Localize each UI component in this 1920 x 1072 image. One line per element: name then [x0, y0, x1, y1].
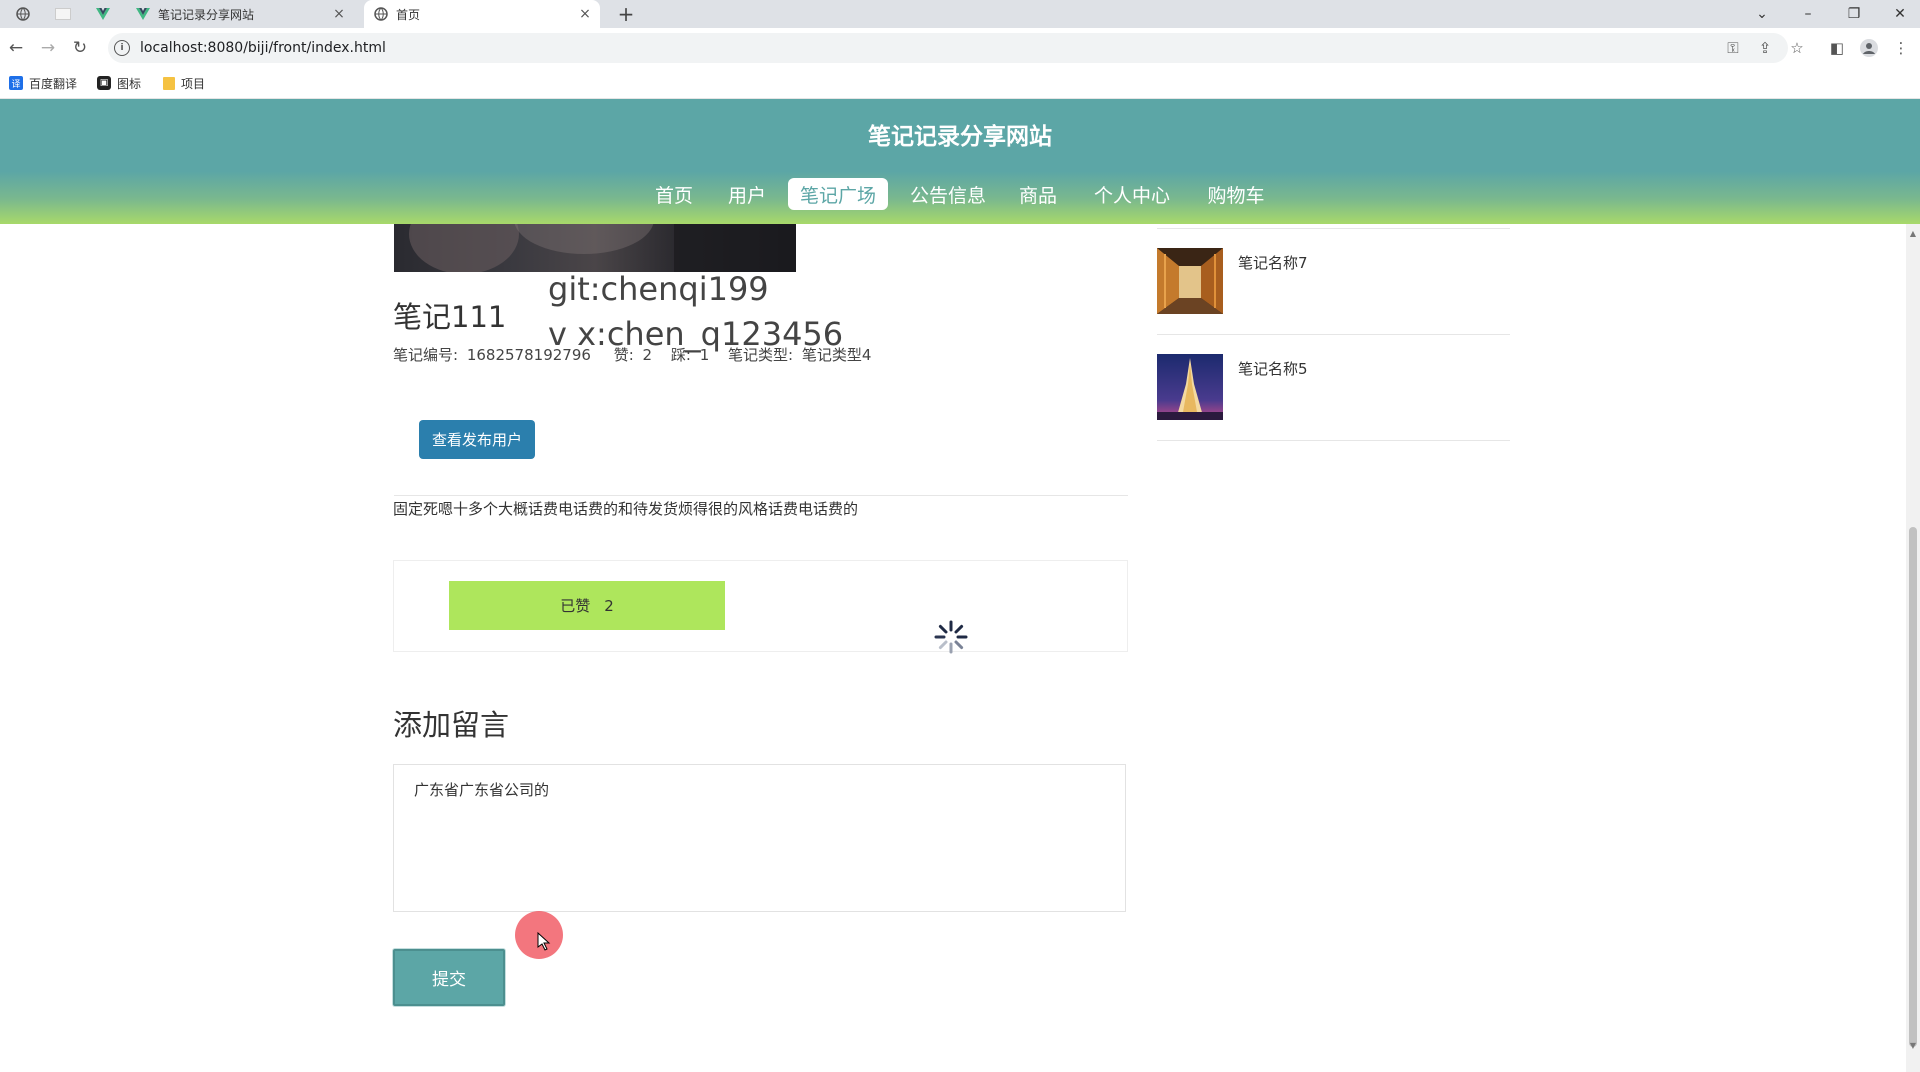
share-icon[interactable]: ⇪ [1754, 36, 1776, 60]
vue-icon [96, 8, 110, 20]
nav-users[interactable]: 用户 [722, 178, 772, 210]
view-publisher-button[interactable]: 查看发布用户 [419, 420, 535, 459]
nav-personal-center[interactable]: 个人中心 [1088, 178, 1176, 210]
close-window-icon[interactable]: ✕ [1878, 0, 1920, 28]
bookmark-project[interactable]: 项目 [163, 72, 205, 94]
bookmarks-bar [0, 68, 1920, 99]
globe-icon [16, 7, 30, 21]
info-icon[interactable]: i [114, 40, 130, 56]
tab-home[interactable]: 首页 × [364, 0, 600, 28]
translate-icon: 译 [9, 76, 23, 90]
tab-site[interactable]: 笔记记录分享网站 × [126, 0, 354, 28]
tab-search-icon[interactable]: ⌄ [1740, 0, 1784, 28]
liked-button[interactable]: 已赞 2 [449, 581, 725, 630]
restore-icon[interactable]: ❐ [1832, 0, 1876, 28]
meta-number-value: 1682578192796 [466, 346, 591, 364]
bookmark-baidu-translate[interactable]: 译 百度翻译 [9, 72, 77, 94]
star-icon[interactable]: ☆ [1786, 36, 1808, 60]
minimize-icon[interactable]: – [1786, 0, 1830, 28]
meta-dislikes-value: 1 [699, 346, 710, 364]
note-meta: 笔记编号: 1682578192796 赞: 2 踩: 1 笔记类型: 笔记类型… [393, 344, 875, 365]
sidebar-divider [1157, 440, 1510, 441]
submit-button[interactable]: 提交 [393, 949, 505, 1006]
meta-likes-label: 赞: [613, 346, 634, 364]
nav-note-square[interactable]: 笔记广场 [788, 178, 888, 210]
back-icon[interactable]: ← [4, 36, 28, 60]
tab-title: 笔记记录分享网站 [158, 7, 255, 22]
scroll-up-icon[interactable]: ▲ [1906, 226, 1920, 240]
sidebar-divider [1157, 334, 1510, 335]
nav-products[interactable]: 商品 [1012, 178, 1064, 210]
bookmark-icons[interactable]: ▣ 图标 [97, 72, 141, 94]
new-tab-button[interactable]: + [614, 0, 638, 28]
nav-cart[interactable]: 购物车 [1200, 178, 1272, 210]
url-text: localhost:8080/biji/front/index.html [140, 40, 386, 56]
pinned-tab-blank[interactable] [50, 0, 76, 28]
pinned-tab-vue[interactable] [90, 0, 116, 28]
bookmark-label: 百度翻译 [29, 76, 78, 91]
pinned-tab-globe[interactable] [10, 0, 36, 28]
menu-icon[interactable]: ⋮ [1890, 36, 1912, 60]
profile-icon[interactable] [1858, 36, 1880, 60]
liked-label: 已赞 [560, 597, 591, 615]
comment-input[interactable]: 广东省广东省公司的 [393, 764, 1126, 912]
close-icon[interactable]: × [330, 6, 348, 22]
image-icon: ▣ [97, 76, 111, 90]
nav-home[interactable]: 首页 [648, 178, 700, 210]
globe-icon [374, 7, 388, 21]
liked-count: 2 [604, 596, 614, 615]
blank-page-icon [55, 8, 71, 20]
meta-likes-value: 2 [642, 346, 653, 364]
note-cover-image [394, 224, 796, 272]
scroll-down-icon[interactable]: ▼ [1906, 1038, 1920, 1052]
reload-icon[interactable]: ↻ [68, 36, 92, 60]
sidebar-thumb-corridor[interactable] [1157, 248, 1223, 314]
sidebar-divider [1157, 228, 1510, 229]
watermark-text: git:chenqi199 [548, 270, 769, 308]
scrollbar-thumb[interactable] [1909, 527, 1917, 1047]
meta-dislikes-label: 踩: [670, 346, 691, 364]
bookmark-label: 图标 [117, 76, 142, 91]
meta-number-label: 笔记编号: [393, 346, 459, 364]
mouse-cursor-icon [537, 932, 551, 951]
close-icon[interactable]: × [576, 6, 594, 22]
sidebar-item-name[interactable]: 笔记名称7 [1238, 252, 1308, 273]
side-panel-icon[interactable]: ◧ [1826, 36, 1848, 60]
forward-icon[interactable]: → [36, 36, 60, 60]
sidebar-thumb-eiffel[interactable] [1157, 354, 1223, 420]
tab-title: 首页 [396, 7, 421, 22]
meta-type-label: 笔记类型: [728, 346, 794, 364]
add-comment-title: 添加留言 [393, 708, 510, 742]
vue-icon [136, 7, 150, 21]
note-title: 笔记111 [393, 300, 507, 334]
sidebar-item-name[interactable]: 笔记名称5 [1238, 358, 1308, 379]
divider [394, 495, 1128, 496]
site-title: 笔记记录分享网站 [868, 124, 1052, 150]
bookmark-label: 项目 [181, 76, 206, 91]
loading-spinner-icon [934, 620, 968, 654]
note-body: 固定死嗯十多个大概话费电话费的和待发货烦得很的风格话费电话费的 [393, 500, 859, 518]
key-icon[interactable]: ⚿ [1722, 36, 1744, 60]
meta-type-value: 笔记类型4 [801, 346, 872, 364]
nav-announcements[interactable]: 公告信息 [904, 178, 992, 210]
address-input[interactable]: i localhost:8080/biji/front/index.html [108, 33, 1788, 63]
folder-icon [163, 76, 175, 90]
